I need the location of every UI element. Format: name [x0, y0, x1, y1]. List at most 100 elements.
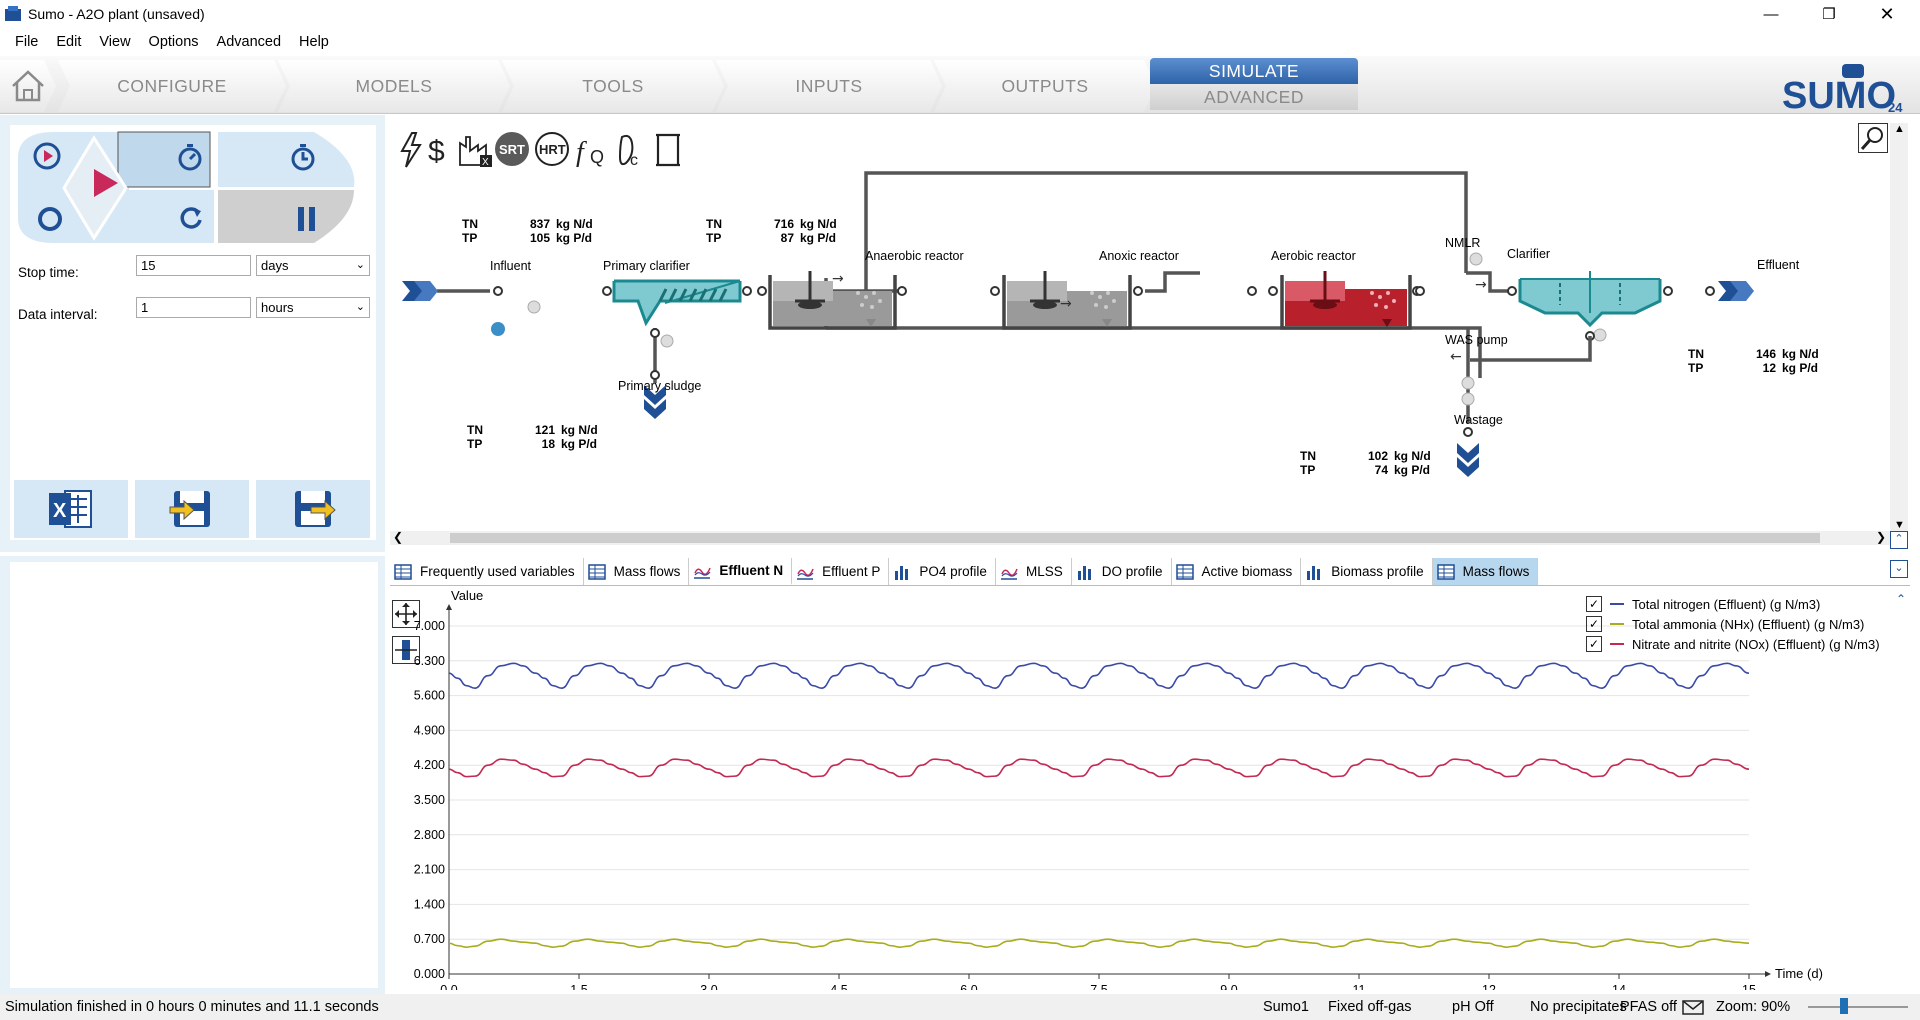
primary-sludge-label: Primary sludge — [618, 379, 702, 393]
table-icon — [587, 563, 606, 580]
scroll-up-icon[interactable]: ▲ — [1894, 123, 1905, 135]
reset-button[interactable] — [176, 203, 206, 236]
zoom-slider-thumb[interactable] — [1840, 998, 1848, 1014]
status-pfas[interactable]: PFAS off — [1620, 999, 1677, 1015]
steady-state-button[interactable] — [173, 141, 205, 176]
tab-label: Biomass profile — [1331, 564, 1424, 579]
scroll-right-icon[interactable]: ❯ — [1876, 530, 1886, 544]
clarifier-label: Clarifier — [1507, 247, 1551, 261]
pause-button[interactable] — [295, 205, 319, 236]
flowsheet-canvas[interactable]: $ X SRT HRT fQ c → → → ← Influent Primar… — [390, 123, 1890, 531]
tab-po4-profile[interactable]: PO4 profile — [889, 558, 996, 585]
status-ph[interactable]: pH Off — [1452, 999, 1494, 1015]
tab-configure[interactable]: CONFIGURE — [58, 60, 286, 112]
save-state-button[interactable] — [256, 480, 370, 538]
tab-biomass-profile[interactable]: Biomass profile — [1301, 558, 1433, 585]
horizontal-scrollbar[interactable]: ❮ ❯ — [390, 530, 1890, 545]
mail-icon[interactable] — [1682, 1000, 1704, 1015]
tab-mass-flows-2[interactable]: Mass flows — [1432, 558, 1539, 585]
tab-effluent-n[interactable]: Effluent N — [689, 558, 793, 585]
effluent-n-chart: 0.000 0.700 1.400 2.100 2.800 3.500 4.200 4.900… — [390, 590, 1910, 990]
hrt-icon: HRT — [535, 132, 569, 166]
tab-frequently-used-variables[interactable]: Frequently used variables — [390, 558, 584, 585]
tn-value: 102 — [1367, 449, 1388, 463]
dynamic-run-button[interactable] — [286, 141, 318, 176]
logo-version: 24 — [1888, 100, 1903, 114]
reset-icon — [180, 207, 202, 229]
tab-label: Frequently used variables — [420, 564, 575, 579]
checkbox[interactable]: ✓ — [1586, 596, 1602, 612]
was-pump-label: WAS pump — [1445, 333, 1508, 347]
status-offgas[interactable]: Fixed off-gas — [1328, 999, 1412, 1015]
close-button[interactable]: ✕ — [1858, 0, 1916, 28]
checkbox[interactable]: ✓ — [1586, 636, 1602, 652]
y-tick-label: 1.400 — [414, 897, 445, 911]
stop-time-input[interactable]: 15 — [136, 255, 251, 276]
run-from-start-button[interactable] — [32, 141, 62, 174]
home-tab[interactable] — [0, 60, 56, 112]
tab-mlss[interactable]: MLSS — [996, 558, 1072, 585]
tab-simulate[interactable]: SIMULATE — [1150, 58, 1358, 84]
tn-value: 121 — [534, 423, 555, 437]
expand-up-icon[interactable]: ⌃ — [1890, 531, 1908, 549]
tn-value: 837 — [529, 217, 550, 231]
legend-swatch — [1610, 643, 1624, 645]
menu-help[interactable]: Help — [290, 34, 338, 50]
tn-label: TN — [1688, 347, 1704, 361]
primary-clarifier-label: Primary clarifier — [603, 259, 690, 273]
tab-advanced[interactable]: ADVANCED — [1150, 84, 1358, 110]
load-state-button[interactable] — [135, 480, 249, 538]
tab-outputs[interactable]: OUTPUTS — [934, 60, 1156, 112]
scroll-left-icon[interactable]: ❮ — [393, 530, 403, 544]
menu-options[interactable]: Options — [140, 34, 208, 50]
tab-models[interactable]: MODELS — [278, 60, 510, 112]
wastage-icon — [1457, 443, 1479, 477]
tab-effluent-p[interactable]: Effluent P — [792, 558, 890, 585]
restore-button[interactable]: ❐ — [1800, 0, 1858, 28]
tn-unit: kg N/d — [800, 217, 837, 231]
tab-do-profile[interactable]: DO profile — [1072, 558, 1172, 585]
sumo-logo: SUMO 24 — [1782, 64, 1903, 114]
menu-view[interactable]: View — [90, 34, 139, 50]
legend-item[interactable]: ✓ Total nitrogen (Effluent) (g N/m3) — [1586, 596, 1820, 612]
stop-time-label: Stop time: — [18, 265, 79, 280]
pause-icon — [298, 207, 315, 231]
table-icon — [1436, 563, 1455, 580]
scroll-down-icon[interactable]: ▼ — [1894, 519, 1905, 531]
checkbox[interactable]: ✓ — [1586, 616, 1602, 632]
zoom-button[interactable] — [1858, 123, 1888, 153]
tp-value: 105 — [529, 231, 550, 245]
tab-inputs[interactable]: INPUTS — [716, 60, 942, 112]
influent-icon — [402, 281, 438, 301]
tp-value: 74 — [1374, 463, 1388, 477]
tab-mass-flows[interactable]: Mass flows — [584, 558, 690, 585]
menu-advanced[interactable]: Advanced — [208, 34, 291, 50]
export-excel-button[interactable]: X — [14, 480, 128, 538]
status-model[interactable]: Sumo1 — [1263, 999, 1309, 1015]
x-tick-label: 0.0 — [440, 983, 457, 990]
stop-time-unit-select[interactable]: days ⌄ — [256, 255, 370, 276]
scrollbar-thumb[interactable] — [450, 533, 1820, 543]
menu-file[interactable]: File — [6, 34, 47, 50]
tab-active-biomass[interactable]: Active biomass — [1172, 558, 1302, 585]
zoom-slider[interactable] — [1808, 1006, 1908, 1008]
svg-text:$: $ — [428, 135, 445, 168]
run-button[interactable] — [90, 163, 120, 206]
legend-item[interactable]: ✓ Total ammonia (NHx) (Effluent) (g N/m3) — [1586, 616, 1864, 632]
svg-text:←: ← — [1450, 349, 1462, 365]
y-tick-label: 4.200 — [414, 758, 445, 772]
tp-label: TP — [462, 231, 478, 245]
minimize-button[interactable]: — — [1742, 0, 1800, 28]
x-tick-label: 7.5 — [1090, 983, 1107, 990]
svg-text:X: X — [482, 157, 489, 168]
data-interval-unit-select[interactable]: hours ⌄ — [256, 297, 370, 318]
stop-button[interactable] — [36, 205, 64, 236]
data-interval-input[interactable]: 1 — [136, 297, 251, 318]
legend-item[interactable]: ✓ Nitrate and nitrite (NOx) (Effluent) (g… — [1586, 636, 1880, 652]
menu-edit[interactable]: Edit — [47, 34, 90, 50]
status-precipitates[interactable]: No precipitates — [1530, 999, 1627, 1015]
status-zoom: Zoom: 90% — [1716, 999, 1791, 1015]
tab-tools[interactable]: TOOLS — [502, 60, 724, 112]
vertical-scrollbar[interactable]: ▲ ▼ — [1890, 123, 1908, 531]
legend-collapse-icon[interactable]: ⌃ — [1896, 592, 1906, 606]
